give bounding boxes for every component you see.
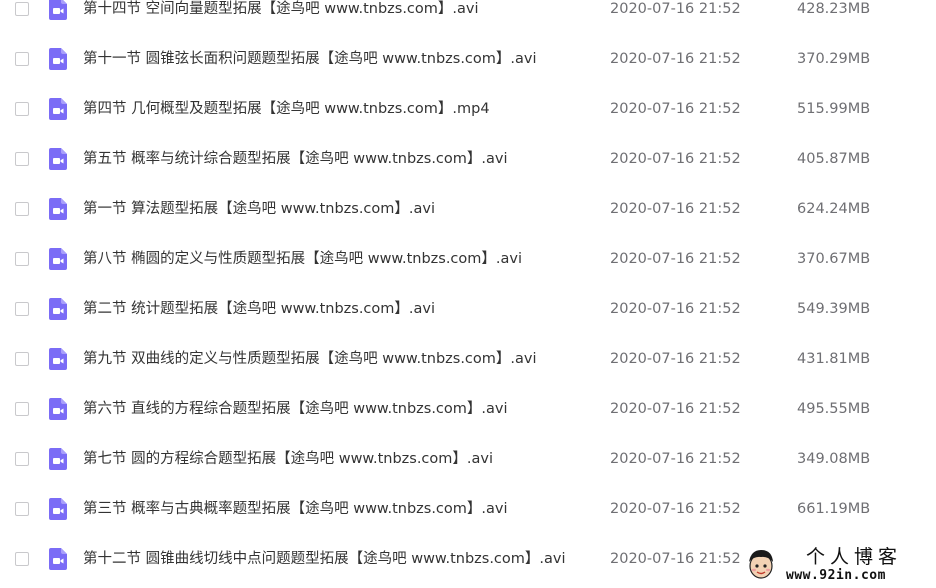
watermark-title: 个人博客 — [806, 546, 903, 568]
file-name[interactable]: 第五节 概率与统计综合题型拓展【途鸟吧 www.tnbzs.com】.avi — [83, 150, 508, 168]
video-file-icon — [49, 98, 67, 120]
file-size: 431.81MB — [797, 351, 871, 367]
row-checkbox[interactable] — [15, 202, 29, 216]
row-checkbox[interactable] — [15, 102, 29, 116]
file-size: 428.23MB — [797, 1, 871, 17]
file-row[interactable]: 第九节 双曲线的定义与性质题型拓展【途鸟吧 www.tnbzs.com】.avi… — [0, 335, 936, 385]
file-row[interactable]: 第四节 几何概型及题型拓展【途鸟吧 www.tnbzs.com】.mp4 2020… — [0, 85, 936, 135]
video-file-icon — [49, 348, 67, 370]
video-file-icon — [49, 448, 67, 470]
file-name[interactable]: 第二节 统计题型拓展【途鸟吧 www.tnbzs.com】.avi — [83, 300, 435, 318]
file-modified-date: 2020-07-16 21:52 — [610, 301, 741, 317]
row-checkbox[interactable] — [15, 252, 29, 266]
file-row[interactable]: 第二节 统计题型拓展【途鸟吧 www.tnbzs.com】.avi 2020-07… — [0, 285, 936, 335]
video-file-icon — [49, 398, 67, 420]
video-file-icon — [49, 498, 67, 520]
file-size: 495.55MB — [797, 401, 871, 417]
row-checkbox[interactable] — [15, 402, 29, 416]
file-name[interactable]: 第十一节 圆锥弦长面积问题题型拓展【途鸟吧 www.tnbzs.com】.avi — [83, 50, 537, 68]
watermark-url: www.92in.com — [786, 568, 886, 583]
row-checkbox[interactable] — [15, 302, 29, 316]
file-name[interactable]: 第八节 椭圆的定义与性质题型拓展【途鸟吧 www.tnbzs.com】.avi — [83, 250, 522, 268]
file-size: 370.29MB — [797, 51, 871, 67]
video-file-icon — [49, 198, 67, 220]
file-size: 549.39MB — [797, 301, 871, 317]
file-name[interactable]: 第四节 几何概型及题型拓展【途鸟吧 www.tnbzs.com】.mp4 — [83, 100, 490, 118]
row-checkbox[interactable] — [15, 502, 29, 516]
file-modified-date: 2020-07-16 21:52 — [610, 251, 741, 267]
file-name[interactable]: 第九节 双曲线的定义与性质题型拓展【途鸟吧 www.tnbzs.com】.avi — [83, 350, 537, 368]
file-size: 405.87MB — [797, 151, 871, 167]
file-modified-date: 2020-07-16 21:52 — [610, 451, 741, 467]
video-file-icon — [49, 48, 67, 70]
row-checkbox[interactable] — [15, 52, 29, 66]
file-row[interactable]: 第六节 直线的方程综合题型拓展【途鸟吧 www.tnbzs.com】.avi 20… — [0, 385, 936, 435]
watermark: 个人博客 www.92in.com — [740, 541, 936, 588]
file-row[interactable]: 第八节 椭圆的定义与性质题型拓展【途鸟吧 www.tnbzs.com】.avi 2… — [0, 235, 936, 285]
file-modified-date: 2020-07-16 21:52 — [610, 151, 741, 167]
video-file-icon — [49, 148, 67, 170]
file-row[interactable]: 第七节 圆的方程综合题型拓展【途鸟吧 www.tnbzs.com】.avi 202… — [0, 435, 936, 485]
video-file-icon — [49, 548, 67, 570]
video-file-icon — [49, 298, 67, 320]
file-name[interactable]: 第一节 算法题型拓展【途鸟吧 www.tnbzs.com】.avi — [83, 200, 435, 218]
file-name[interactable]: 第十四节 空间向量题型拓展【途鸟吧 www.tnbzs.com】.avi — [83, 0, 479, 18]
file-size: 624.24MB — [797, 201, 871, 217]
file-row[interactable]: 第三节 概率与古典概率题型拓展【途鸟吧 www.tnbzs.com】.avi 20… — [0, 485, 936, 535]
file-modified-date: 2020-07-16 21:52 — [610, 551, 741, 567]
file-name[interactable]: 第六节 直线的方程综合题型拓展【途鸟吧 www.tnbzs.com】.avi — [83, 400, 508, 418]
file-modified-date: 2020-07-16 21:52 — [610, 401, 741, 417]
file-modified-date: 2020-07-16 21:52 — [610, 351, 741, 367]
file-row[interactable]: 第十一节 圆锥弦长面积问题题型拓展【途鸟吧 www.tnbzs.com】.avi… — [0, 35, 936, 85]
file-name[interactable]: 第七节 圆的方程综合题型拓展【途鸟吧 www.tnbzs.com】.avi — [83, 450, 493, 468]
file-size: 370.67MB — [797, 251, 871, 267]
file-modified-date: 2020-07-16 21:52 — [610, 201, 741, 217]
file-size: 661.19MB — [797, 501, 871, 517]
file-modified-date: 2020-07-16 21:52 — [610, 1, 741, 17]
file-row[interactable]: 第五节 概率与统计综合题型拓展【途鸟吧 www.tnbzs.com】.avi 20… — [0, 135, 936, 185]
row-checkbox[interactable] — [15, 552, 29, 566]
row-checkbox[interactable] — [15, 452, 29, 466]
file-row[interactable]: 第一节 算法题型拓展【途鸟吧 www.tnbzs.com】.avi 2020-07… — [0, 185, 936, 235]
row-checkbox[interactable] — [15, 352, 29, 366]
avatar-icon — [749, 550, 773, 579]
file-modified-date: 2020-07-16 21:52 — [610, 51, 741, 67]
file-row[interactable]: 第十四节 空间向量题型拓展【途鸟吧 www.tnbzs.com】.avi 2020… — [0, 0, 936, 35]
file-modified-date: 2020-07-16 21:52 — [610, 101, 741, 117]
video-file-icon — [49, 248, 67, 270]
file-name[interactable]: 第三节 概率与古典概率题型拓展【途鸟吧 www.tnbzs.com】.avi — [83, 500, 508, 518]
video-file-icon — [49, 0, 67, 20]
file-size: 349.08MB — [797, 451, 871, 467]
file-size: 515.99MB — [797, 101, 871, 117]
row-checkbox[interactable] — [15, 152, 29, 166]
file-name[interactable]: 第十二节 圆锥曲线切线中点问题题型拓展【途鸟吧 www.tnbzs.com】.a… — [83, 550, 566, 568]
file-modified-date: 2020-07-16 21:52 — [610, 501, 741, 517]
file-list: 第十四节 空间向量题型拓展【途鸟吧 www.tnbzs.com】.avi 2020… — [0, 0, 936, 585]
row-checkbox[interactable] — [15, 2, 29, 16]
